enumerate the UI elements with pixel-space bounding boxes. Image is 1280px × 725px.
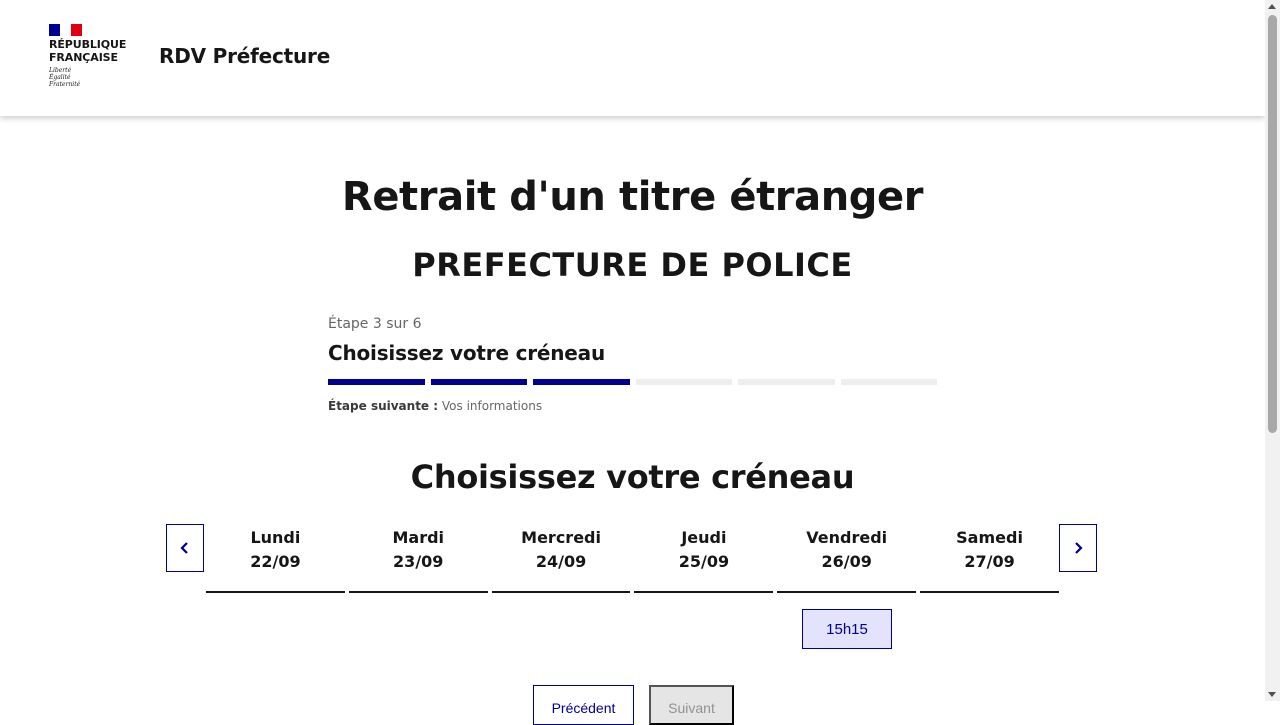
- site-header: République Française Liberté Égalité Fra…: [0, 0, 1265, 116]
- day-name: Lundi: [250, 528, 301, 547]
- section-title: Choisissez votre créneau: [410, 458, 855, 496]
- french-flag-icon: [49, 24, 82, 36]
- day-name: Vendredi: [806, 528, 888, 547]
- page-title: Retrait d'un titre étranger: [341, 174, 924, 220]
- day-name: Mercredi: [521, 528, 601, 547]
- republic-name: République Française: [49, 38, 127, 64]
- day-column: Mercredi 24/09: [491, 524, 631, 593]
- day-column: Jeudi 25/09: [634, 524, 774, 593]
- stepper: Étape 3 sur 6 Choisissez votre créneau É…: [328, 316, 937, 413]
- day-column: Vendredi 26/09: [777, 524, 917, 593]
- vertical-scrollbar[interactable]: [1265, 0, 1280, 701]
- stepper-next-step: Étape suivante : Vos informations: [328, 399, 937, 413]
- stepper-bar: [430, 379, 527, 385]
- republique-francaise-logo[interactable]: République Française Liberté Égalité Fra…: [49, 24, 139, 94]
- stepper-bar: [328, 379, 425, 385]
- stepper-state: Étape 3 sur 6: [328, 316, 422, 332]
- day-column: Mardi 23/09: [348, 524, 488, 593]
- time-slot-button[interactable]: 15h15: [802, 609, 892, 649]
- scroll-down-arrow-icon[interactable]: [1268, 692, 1276, 697]
- stepper-next-label: Étape suivante :: [328, 399, 439, 413]
- day-date: 27/09: [964, 552, 1015, 571]
- day-date: 26/09: [821, 552, 872, 571]
- chevron-right-icon: [1075, 542, 1083, 554]
- next-week-button[interactable]: [1059, 524, 1097, 572]
- stepper-next-value: Vos informations: [441, 399, 543, 413]
- stepper-progress: [328, 379, 937, 385]
- stepper-title: Choisissez votre créneau: [328, 341, 605, 365]
- day-date: 22/09: [250, 552, 301, 571]
- scroll-up-arrow-icon[interactable]: [1268, 4, 1276, 9]
- stepper-bar: [635, 379, 732, 385]
- day-column: Lundi 22/09: [206, 524, 345, 593]
- day-date: 25/09: [678, 552, 730, 571]
- previous-week-button[interactable]: [166, 524, 204, 572]
- day-name: Mardi: [392, 528, 445, 547]
- next-button: Suivant: [649, 685, 734, 725]
- scrollbar-thumb[interactable]: [1268, 15, 1277, 433]
- day-date: 24/09: [535, 552, 587, 571]
- stepper-bar: [533, 379, 630, 385]
- prefecture-name: PREFECTURE DE POLICE: [412, 246, 853, 284]
- day-name: Samedi: [956, 528, 1023, 547]
- stepper-bar: [840, 379, 937, 385]
- day-date: 23/09: [393, 552, 444, 571]
- previous-button[interactable]: Précédent: [533, 685, 634, 725]
- service-title[interactable]: RDV Préfecture: [159, 44, 330, 68]
- calendar-days: Lundi 22/09 Mardi 23/09 Mercredi 24/09 Jeudi 25…: [206, 524, 1059, 593]
- day-name: Jeudi: [681, 528, 727, 547]
- day-column: Samedi 27/09: [920, 524, 1059, 593]
- republic-motto: Liberté Égalité Fraternité: [49, 67, 81, 88]
- stepper-bar: [738, 379, 835, 385]
- chevron-left-icon: [180, 542, 188, 554]
